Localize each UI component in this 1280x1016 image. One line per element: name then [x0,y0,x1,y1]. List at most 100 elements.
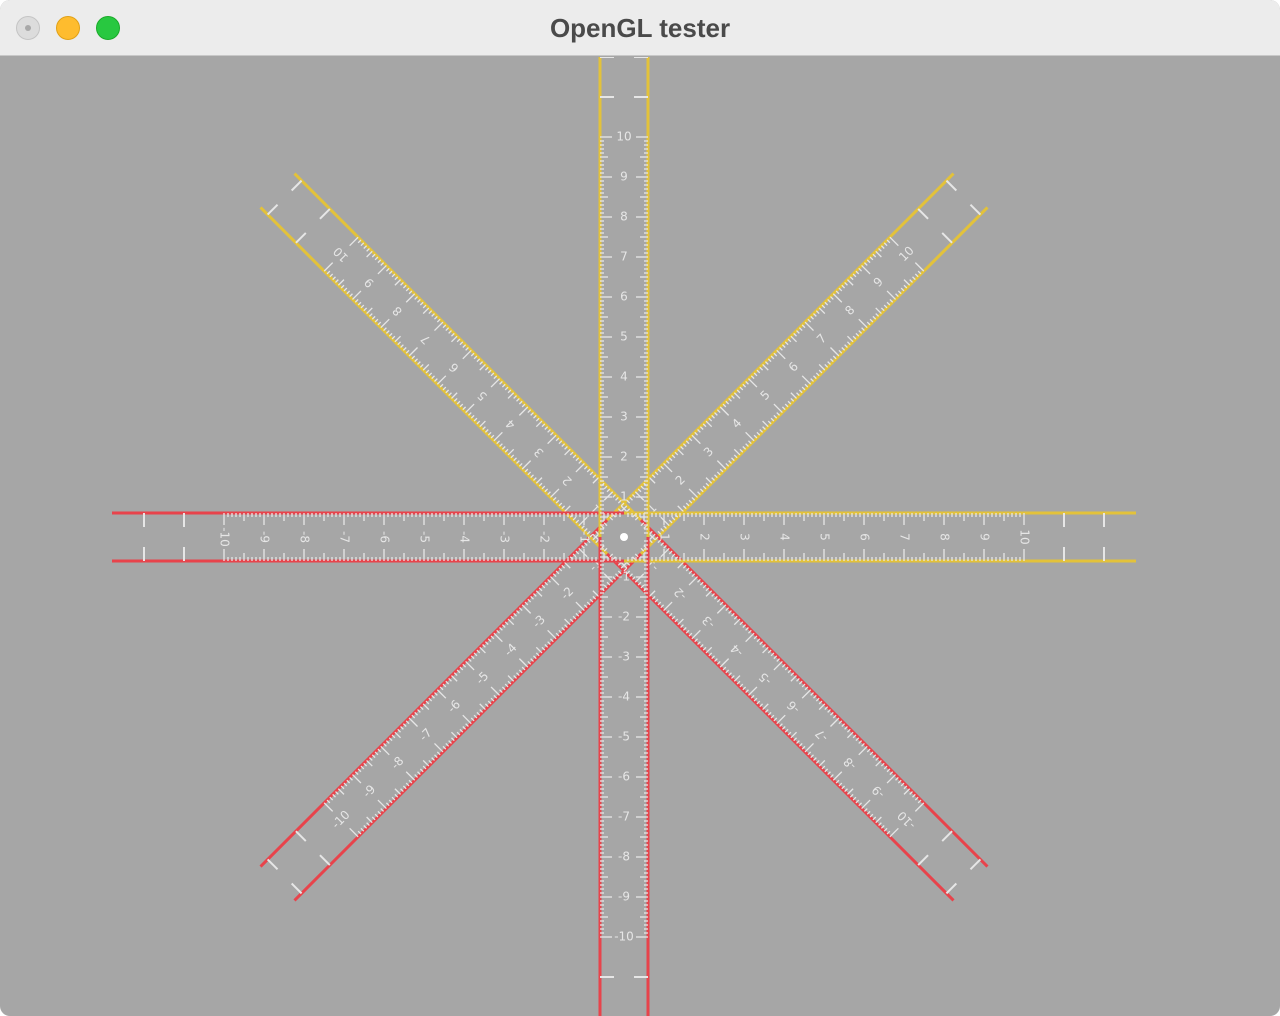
ruler-tick [688,488,698,498]
ruler-tick [677,618,684,626]
ruler-tick [941,232,953,244]
ruler-tick [465,403,475,414]
ruler-tick [380,318,390,329]
ruler-tick [762,703,769,710]
ruler-label: -2 [671,585,689,603]
ruler-label: 5 [475,388,490,403]
ruler-label: -5 [756,670,774,688]
ruler-label: 4 [620,370,628,384]
ruler-label: -9 [360,782,378,800]
ruler-tick [405,293,416,303]
ruler-label: 7 [898,533,912,541]
ruler-tick [547,434,557,445]
ruler-tick [366,759,373,767]
ruler-tick [394,731,402,739]
ruler-label: -7 [812,726,830,744]
ruler-label: 6 [446,360,461,375]
ruler-label: 7 [620,250,628,264]
ruler-tick [914,262,925,272]
ruler-tick [886,774,896,784]
ruler-tick [507,448,515,456]
ruler-label: -7 [618,810,630,824]
ruler-tick [592,477,600,484]
ruler-tick [451,335,458,343]
ruler-label: -4 [728,641,746,659]
ruler-tick [507,392,515,399]
ruler-label: 8 [390,303,405,318]
ruler-tick [941,830,953,842]
ruler-label: -5 [473,669,491,687]
ruler-rail-positive [605,172,955,522]
ruler-tick [745,431,755,442]
ruler-tick [436,375,447,385]
ruler-label: -2 [538,531,552,543]
ruler-tick [518,406,529,416]
ruler-tick [592,590,600,597]
title-bar[interactable]: OpenGL tester [0,0,1280,56]
ruler-tick [705,420,713,428]
ruler-label: -9 [258,531,272,543]
ruler-label: 3 [620,410,628,424]
ruler-tick [889,236,899,247]
ruler-label: 2 [698,533,712,541]
app-window: OpenGL tester 1 2 3 4 5 6 7 8 9 10 -1 -2 -3 -4 -5 -6 -7-… [0,0,1280,1016]
ruler-label: 10 [616,130,631,144]
ruler-tick [875,759,882,767]
ruler-tick [914,802,925,812]
ruler-tick [462,714,472,725]
ruler-tick [550,576,560,586]
ruler-tick [578,547,588,558]
ruler-label: 2 [620,450,628,464]
ruler-tick [266,203,279,216]
ruler-tick [535,590,543,597]
ruler-tick [408,347,418,357]
ruler-label: -2 [618,610,630,624]
ruler-label: 7 [814,331,829,346]
ruler-label: 5 [818,533,832,541]
ruler-label: 3 [738,533,752,541]
ruler-tick [705,646,713,654]
ruler-tick [603,491,614,501]
ruler-label: 2 [559,473,574,488]
ruler-rail-positive [259,206,609,556]
ruler-tick [886,290,896,300]
ruler-tick [663,601,673,611]
ruler-tick [564,618,571,626]
ruler-tick [352,290,362,300]
ruler-tick [688,576,698,586]
ruler-label: 5 [620,330,628,344]
ruler-tick [773,403,783,414]
ruler-tick [578,516,588,527]
ruler-tick [337,788,345,795]
ruler-tick [804,743,814,753]
ruler-label: 8 [842,303,857,318]
ruler-label: -6 [445,697,463,715]
ruler-tick [465,660,475,671]
ruler-tick [266,858,279,871]
ruler-tick [337,279,345,286]
ruler-label: 8 [620,210,628,224]
ruler-tick [716,604,727,614]
opengl-canvas[interactable]: 1 2 3 4 5 6 7 8 9 10 -1 -2 -3 -4 -5 -6 -7 -8 -9 -10 1 2 3 4 5 6 7 8… [0,56,1280,1016]
ruler-tick [479,420,486,428]
ruler-tick [903,279,911,286]
ruler-tick [716,460,727,470]
ruler-label: 9 [620,170,628,184]
ruler-tick [969,203,982,216]
ruler-label: -9 [618,890,630,904]
ruler-tick [719,406,730,416]
ruler-tick [575,601,585,611]
ruler-tick [945,179,958,192]
ruler-rail-negative [259,518,609,868]
ruler-tick [479,646,486,654]
ruler-tick [747,378,758,388]
ruler-tick [733,448,741,456]
ruler-tick [660,547,670,558]
ruler-tick [790,675,797,682]
ruler-tick [436,689,447,699]
ruler-tick [634,573,645,583]
ruler-tick [422,703,430,710]
ruler-label: 9 [871,274,886,289]
ruler-tick [493,431,503,442]
ruler-tick [422,759,430,767]
